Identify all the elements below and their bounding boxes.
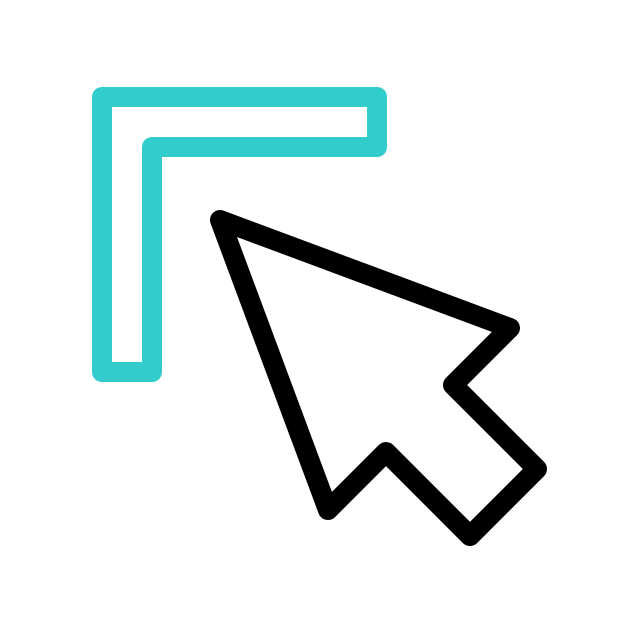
- mouse-pointer-icon: [210, 210, 547, 546]
- cursor-corner-select-icon: [92, 87, 547, 546]
- icon-canvas: [0, 0, 640, 640]
